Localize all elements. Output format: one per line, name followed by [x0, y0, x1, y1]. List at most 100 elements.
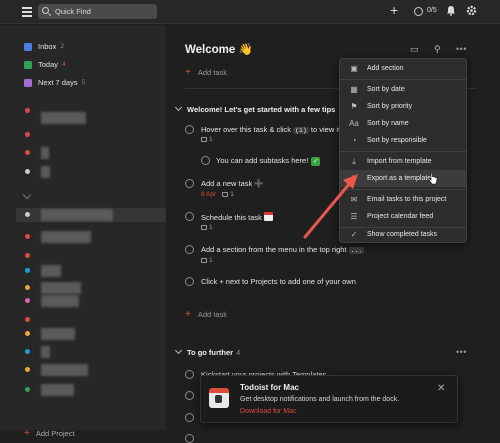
- comment-count: 1: [209, 224, 213, 231]
- menu-divider: [340, 151, 466, 152]
- menu-item-label: Import from template: [367, 158, 432, 165]
- share-icon[interactable]: ⚲: [434, 44, 441, 55]
- calendar-icon: ▦: [350, 85, 358, 94]
- more-options-icon[interactable]: •••: [456, 44, 467, 54]
- sidebar-project[interactable]: [24, 111, 164, 125]
- add-task-button[interactable]: + Add task: [185, 309, 227, 320]
- menu-item-sort-by-priority[interactable]: ⚑ Sort by priority: [340, 98, 466, 115]
- flag-icon: ⚑: [350, 102, 358, 111]
- task-checkbox[interactable]: [185, 391, 194, 400]
- project-color-dot: [25, 367, 30, 372]
- menu-item-email-tasks[interactable]: ✉ Email tasks to this project: [340, 191, 466, 208]
- search-input[interactable]: Quick Find: [38, 4, 157, 19]
- task-title[interactable]: Click + next to Projects to add one of y…: [201, 277, 356, 286]
- task-checkbox[interactable]: [185, 413, 194, 422]
- menu-item-label: Sort by responsible: [367, 137, 427, 144]
- karma-count[interactable]: 0/5: [427, 7, 437, 14]
- email-icon: ✉: [350, 195, 358, 204]
- menu-toggle-icon[interactable]: [22, 7, 32, 17]
- project-color-dot: [25, 234, 30, 239]
- task-checkbox[interactable]: [185, 245, 194, 254]
- task-checkbox[interactable]: [185, 125, 194, 134]
- task-title[interactable]: Schedule this task: [201, 212, 273, 222]
- due-date[interactable]: 8 Apr: [201, 191, 216, 198]
- task-meta: 1: [201, 136, 213, 143]
- kbd-shortcut: ...: [348, 247, 365, 254]
- sidebar-project[interactable]: [24, 264, 164, 278]
- project-color-dot: [25, 298, 30, 303]
- task-text: You can add subtasks here!: [216, 156, 309, 165]
- comment-count: 1: [209, 257, 213, 264]
- sidebar-project[interactable]: [24, 294, 164, 308]
- download-link[interactable]: Download for Mac: [240, 408, 296, 415]
- add-task-button[interactable]: + Add task: [185, 67, 227, 78]
- sidebar-project[interactable]: [24, 128, 164, 142]
- menu-item-sort-by-date[interactable]: ▦ Sort by date: [340, 81, 466, 98]
- sidebar-project[interactable]: [24, 146, 164, 160]
- sidebar-project[interactable]: [24, 383, 164, 397]
- project-color-dot: [25, 285, 30, 290]
- chevron-down-icon: [174, 346, 183, 355]
- menu-item-show-completed[interactable]: ✓ Show completed tasks: [340, 226, 466, 243]
- sidebar-item-inbox[interactable]: Inbox 2: [24, 42, 64, 51]
- task-checkbox[interactable]: [185, 179, 194, 188]
- subtask-title[interactable]: You can add subtasks here! ✓: [216, 156, 321, 166]
- sidebar-project[interactable]: [24, 249, 164, 263]
- search-placeholder: Quick Find: [55, 7, 91, 16]
- task-checkbox[interactable]: [185, 212, 194, 221]
- task-checkbox[interactable]: [185, 370, 194, 379]
- comment-icon: [201, 258, 207, 263]
- task-checkbox[interactable]: [185, 434, 194, 443]
- download-toast: Todoist for Mac Get desktop notification…: [200, 375, 458, 423]
- sidebar-project[interactable]: [24, 281, 164, 295]
- comment-icon[interactable]: ▭: [410, 44, 419, 55]
- export-icon: ⤒: [352, 173, 356, 183]
- task-title[interactable]: Add a section from the menu in the top r…: [201, 245, 365, 254]
- blurred-project-name: [41, 295, 79, 307]
- menu-item-sort-by-responsible[interactable]: ◔ Sort by responsible: [340, 132, 466, 149]
- sidebar-project[interactable]: [24, 313, 164, 327]
- menu-item-calendar-feed[interactable]: ☰ Project calendar feed: [340, 208, 466, 225]
- add-task-label: Add task: [197, 68, 228, 77]
- person-icon: ◔: [351, 136, 357, 145]
- bell-icon[interactable]: [446, 5, 456, 20]
- subtask-checkbox[interactable]: [201, 156, 210, 165]
- add-task-label: Add task: [197, 310, 228, 319]
- text-icon: Aa: [349, 119, 359, 128]
- add-task-icon[interactable]: +: [390, 3, 398, 17]
- section-title: To go further: [187, 348, 234, 357]
- check-emoji-icon: ✓: [311, 157, 321, 166]
- section-header[interactable]: To go further 4: [174, 346, 240, 357]
- calendar-emoji-icon: [263, 212, 273, 221]
- blurred-project-name: [41, 166, 50, 178]
- sidebar-project-selected[interactable]: [16, 208, 166, 222]
- more-options-icon[interactable]: •••: [456, 347, 467, 357]
- task-title[interactable]: Add a new task ➕: [201, 179, 264, 188]
- sidebar-project[interactable]: [24, 230, 164, 244]
- blurred-project-name: [41, 328, 75, 340]
- task-checkbox[interactable]: [185, 277, 194, 286]
- productivity-icon[interactable]: [414, 7, 423, 16]
- sidebar-item-count: 2: [60, 43, 64, 50]
- section-header[interactable]: Welcome! Let's get started with a few ti…: [174, 103, 335, 114]
- task-title[interactable]: Hover over this task & click (i) to view…: [201, 125, 340, 134]
- sidebar-project[interactable]: [24, 327, 164, 341]
- sidebar-item-label: Inbox: [38, 42, 57, 51]
- menu-item-label: Sort by date: [367, 86, 405, 93]
- blurred-project-name: [41, 364, 88, 376]
- toast-title: Todoist for Mac: [240, 383, 299, 392]
- chevron-down-icon[interactable]: [22, 190, 32, 200]
- menu-item-export-template[interactable]: ⤒ Export as a template: [340, 170, 466, 187]
- menu-item-sort-by-name[interactable]: Aa Sort by name: [340, 115, 466, 132]
- gear-icon[interactable]: [466, 5, 477, 20]
- sidebar-project[interactable]: [24, 363, 164, 377]
- close-icon[interactable]: ✕: [437, 383, 445, 394]
- sidebar-project[interactable]: [24, 165, 164, 179]
- sidebar-project[interactable]: [24, 345, 164, 359]
- menu-item-import-template[interactable]: ⤓ Import from template: [340, 153, 466, 170]
- sidebar-item-today[interactable]: Today 4: [24, 60, 66, 69]
- menu-item-add-section[interactable]: ▣ Add section: [340, 60, 466, 77]
- sidebar-item-next-7-days[interactable]: Next 7 days 5: [24, 78, 85, 87]
- project-color-dot: [25, 212, 30, 217]
- sidebar: Inbox 2 Today 4 Next 7 days 5 + Add Proje…: [0, 25, 166, 439]
